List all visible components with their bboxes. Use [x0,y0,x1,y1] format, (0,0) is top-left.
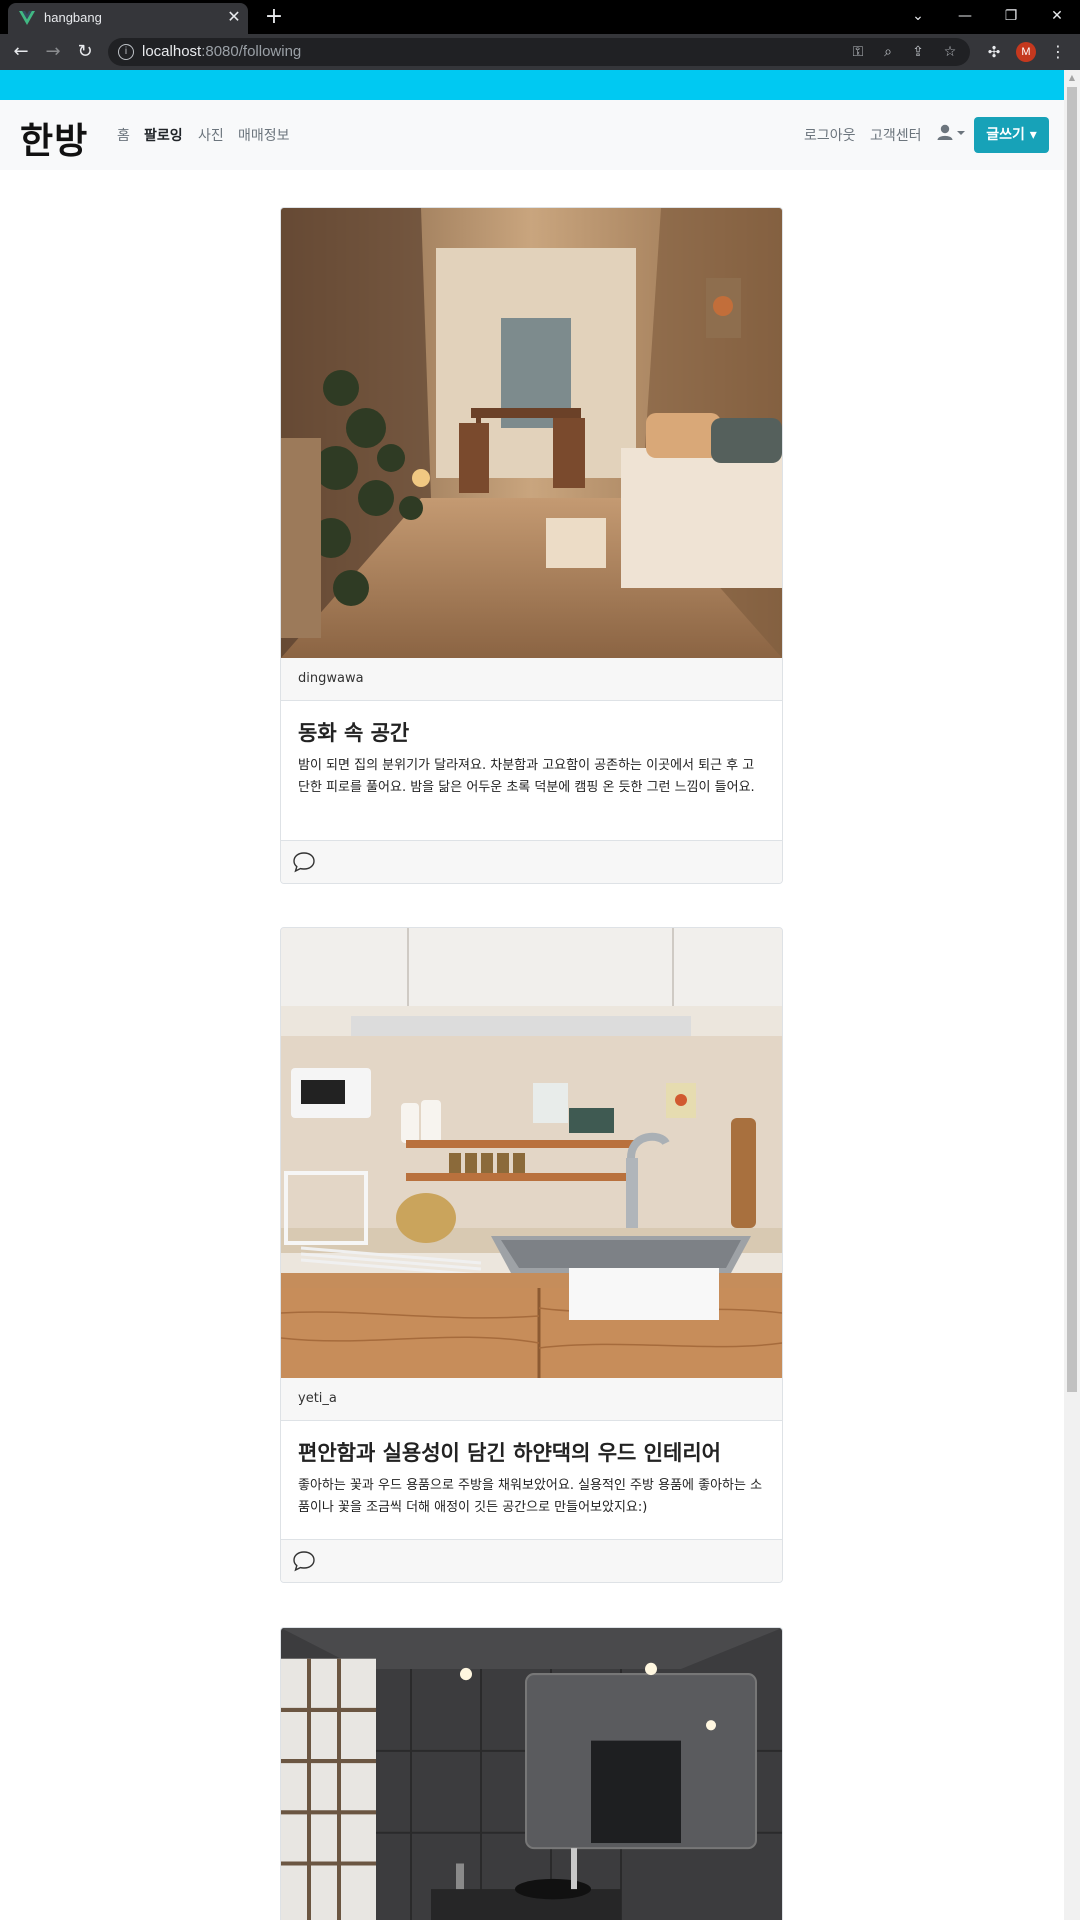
browser-toolbar: ← → ↻ i localhost:8080/following ⚿ ⌕ ⇪ ☆… [0,34,1080,70]
scrollbar-thumb[interactable] [1067,87,1077,1392]
comment-icon[interactable] [292,1550,316,1572]
post-footer [281,1539,782,1582]
nav-link-home[interactable]: 홈 [117,125,130,145]
browser-tab[interactable]: hangbang ✕ [8,3,248,34]
post-image-kitchen[interactable] [281,928,782,1378]
scroll-up-arrow-icon[interactable]: ▲ [1064,70,1080,86]
password-key-icon[interactable]: ⚿ [848,42,868,62]
vue-logo-icon [19,11,35,25]
site-info-icon[interactable]: i [118,44,134,60]
reload-icon[interactable]: ↻ [73,40,97,64]
logout-link[interactable]: 로그아웃 [804,125,856,145]
user-menu-dropdown[interactable] [936,122,970,146]
browser-tab-strip: hangbang ✕ + ⌄ — ❐ ✕ [0,0,1080,34]
bookmark-star-icon[interactable]: ☆ [940,42,960,62]
restore-icon[interactable]: ❐ [996,3,1026,29]
write-post-button[interactable]: 글쓰기 ▾ [974,117,1049,153]
tab-title: hangbang [44,10,102,25]
browser-menu-icon[interactable]: ⋮ [1050,42,1066,62]
user-icon [937,124,965,140]
extensions-puzzle-icon[interactable]: ✣ [984,42,1004,62]
post-title[interactable]: 편안함과 실용성이 담긴 하얀댁의 우드 인테리어 [298,1437,721,1467]
window-close-icon[interactable]: ✕ [1042,3,1072,29]
profile-avatar[interactable]: M [1016,42,1036,62]
customer-center-link[interactable]: 고객센터 [870,125,922,145]
page-scrollbar[interactable]: ▲ [1064,70,1080,1920]
post-title[interactable]: 동화 속 공간 [298,717,409,747]
post-card[interactable]: dingwawa 동화 속 공간 밤이 되면 집의 분위기가 달라져요. 차분함… [280,207,783,884]
nav-link-market-info[interactable]: 매매정보 [238,125,290,145]
site-logo[interactable]: 한방 [20,112,88,164]
post-card[interactable] [280,1627,783,1920]
forward-icon[interactable]: → [41,40,65,64]
post-text: 밤이 되면 집의 분위기가 달라져요. 차분함과 고요함이 공존하는 이곳에서 … [298,758,755,795]
post-author[interactable]: yeti_a [298,1391,337,1406]
url-text: localhost:8080/following [142,43,302,60]
tab-close-icon[interactable]: ✕ [224,7,244,27]
post-text: 좋아하는 꽃과 우드 용품으로 주방을 채워보았어요. 실용적인 주방 용품에 … [298,1478,763,1515]
address-bar[interactable]: i localhost:8080/following ⚿ ⌕ ⇪ ☆ [108,38,970,66]
post-footer [281,840,782,883]
post-card[interactable]: yeti_a 편안함과 실용성이 담긴 하얀댁의 우드 인테리어 좋아하는 꽃과… [280,927,783,1583]
zoom-icon[interactable]: ⌕ [878,42,898,62]
nav-link-following[interactable]: 팔로잉 [144,125,183,145]
new-tab-button[interactable]: + [260,4,288,30]
post-author-bar: yeti_a [281,1378,782,1421]
back-icon[interactable]: ← [9,40,33,64]
post-author[interactable]: dingwawa [298,671,364,686]
share-icon[interactable]: ⇪ [908,42,928,62]
tab-search-icon[interactable]: ⌄ [903,3,933,29]
site-navbar: 한방 홈 팔로잉 사진 매매정보 로그아웃 고객센터 글쓰기 ▾ [0,100,1064,170]
top-accent-bar [0,70,1064,100]
post-image-bedroom[interactable] [281,208,782,658]
minimize-icon[interactable]: — [950,3,980,29]
nav-link-photos[interactable]: 사진 [198,125,224,145]
post-image-bathroom[interactable] [281,1628,782,1920]
post-author-bar: dingwawa [281,658,782,701]
comment-icon[interactable] [292,851,316,873]
